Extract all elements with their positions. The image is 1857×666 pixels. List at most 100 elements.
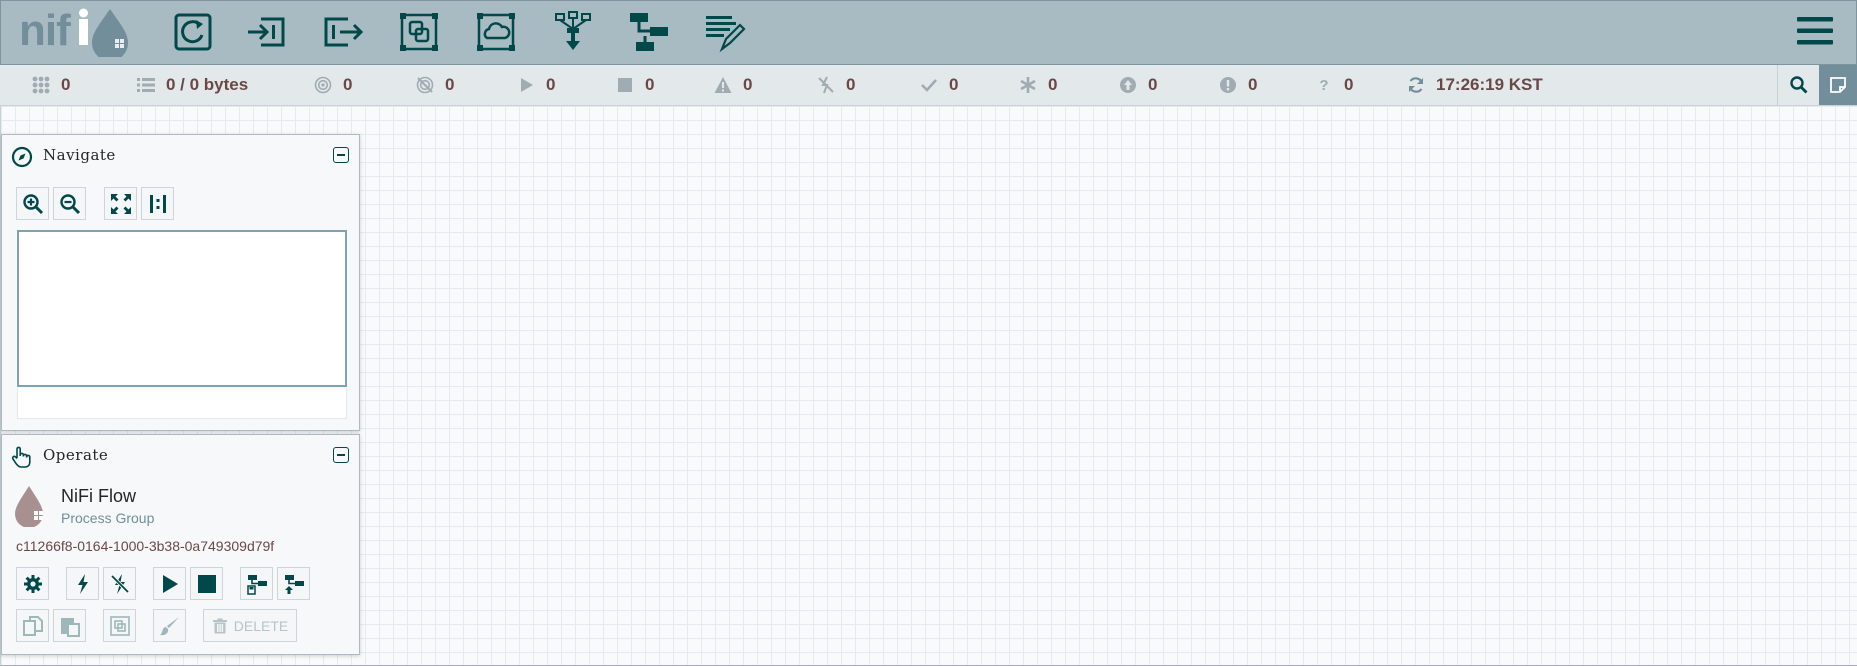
processor-icon [174, 13, 212, 51]
enable-button[interactable] [66, 567, 99, 600]
process-group-tool[interactable] [397, 10, 441, 54]
queued-value: 0 / 0 bytes [166, 75, 249, 94]
template-icon [630, 13, 668, 51]
checkmark-icon [919, 75, 939, 95]
start-button[interactable] [153, 567, 186, 600]
queued-stat: 0 / 0 bytes [136, 75, 248, 95]
not-transmitting-icon [415, 75, 435, 95]
gear-icon [23, 574, 42, 593]
operate-title: Operate [43, 446, 109, 464]
not-transmitting-stat: 0 [415, 75, 454, 95]
bulletin-board-button[interactable] [1819, 65, 1857, 105]
copy-icon [22, 615, 43, 636]
transmitting-value: 0 [343, 75, 353, 94]
stale-value: 0 [1148, 75, 1158, 94]
copy-button[interactable] [16, 609, 49, 642]
template-tool[interactable] [627, 10, 671, 54]
transmitting-stat: 0 [313, 75, 352, 95]
zoom-in-button[interactable] [16, 187, 49, 220]
output-port-tool[interactable] [321, 10, 365, 54]
label-tool[interactable] [703, 10, 747, 54]
asterisk-icon [1018, 75, 1038, 95]
paste-button[interactable] [53, 609, 86, 642]
create-template-icon [246, 574, 267, 595]
stopped-value: 0 [645, 75, 655, 94]
invalid-value: 0 [743, 75, 753, 94]
create-template-button[interactable] [240, 567, 273, 600]
active-threads-icon [31, 75, 51, 95]
locally-modified-stat: 0 [1018, 75, 1057, 95]
processor-tool[interactable] [171, 10, 215, 54]
delete-label: DELETE [233, 617, 289, 634]
process-group-icon [400, 13, 438, 51]
locally-modified-stale-stat: 0 [1218, 75, 1257, 95]
stale-stat: 0 [1118, 75, 1157, 95]
component-type: Process Group [61, 510, 155, 526]
zoom-out-button[interactable] [53, 187, 86, 220]
remote-process-group-tool[interactable] [474, 10, 518, 54]
actual-size-icon [149, 194, 166, 213]
question-icon: ? [1319, 76, 1329, 94]
configure-button[interactable] [16, 567, 49, 600]
disabled-icon [816, 75, 836, 95]
lightning-off-icon [110, 573, 129, 594]
zoom-fit-button[interactable] [104, 187, 137, 220]
hamburger-menu-icon [1797, 17, 1833, 45]
compass-icon [11, 146, 33, 168]
nifi-logo: nif [19, 6, 134, 61]
running-value: 0 [546, 75, 556, 94]
svg-text:nif: nif [19, 7, 71, 55]
up-to-date-stat: 0 [919, 75, 958, 95]
search-button[interactable] [1777, 65, 1819, 105]
lightning-icon [77, 573, 88, 594]
exclamation-circle-icon [1218, 75, 1238, 95]
navigate-collapse-button[interactable] [333, 147, 349, 163]
upload-template-button[interactable] [277, 567, 310, 600]
refresh-stat[interactable]: 17:26:19 KST [1406, 75, 1543, 95]
component-id: c11266f8-0164-1000-3b38-0a749309d79f [16, 538, 275, 554]
zoom-out-icon [59, 193, 80, 214]
refresh-time: 17:26:19 KST [1436, 75, 1543, 94]
locally-modified-value: 0 [1048, 75, 1058, 94]
actual-size-button[interactable] [141, 187, 174, 220]
arrow-circle-up-icon [1118, 75, 1138, 95]
delete-button[interactable]: DELETE [203, 609, 297, 642]
warning-icon [713, 75, 733, 95]
navigate-title: Navigate [43, 146, 116, 164]
fit-screen-icon [110, 193, 131, 214]
global-menu-button[interactable] [1796, 15, 1834, 47]
disabled-stat: 0 [816, 75, 855, 95]
refresh-icon[interactable] [1406, 75, 1426, 95]
up-to-date-value: 0 [949, 75, 959, 94]
group-button[interactable] [103, 609, 136, 642]
group-icon [109, 615, 130, 636]
operate-collapse-button[interactable] [333, 447, 349, 463]
stopped-stat: 0 [615, 75, 654, 95]
disable-button[interactable] [103, 567, 136, 600]
operate-panel: Operate NiFi Flow Process Group c11266f8… [1, 434, 360, 655]
stop-icon [197, 574, 216, 593]
header-toolbar: nif [0, 0, 1857, 65]
running-stat: 0 [516, 75, 555, 95]
output-port-icon [324, 17, 364, 47]
paste-icon [60, 617, 80, 637]
transmitting-icon [313, 75, 333, 95]
input-port-tool[interactable] [244, 10, 288, 54]
color-button[interactable] [153, 609, 186, 642]
stop-icon [615, 75, 635, 95]
disabled-value: 0 [846, 75, 856, 94]
sticky-note-icon [1830, 77, 1846, 93]
birdseye-view[interactable] [17, 230, 347, 387]
trash-icon [212, 618, 228, 634]
invalid-stat: 0 [713, 75, 752, 95]
input-port-icon [248, 17, 285, 47]
zoom-in-icon [22, 193, 43, 214]
birdseye-footer [17, 389, 347, 419]
remote-process-group-icon [477, 13, 515, 51]
stop-button[interactable] [190, 567, 223, 600]
funnel-tool[interactable] [551, 10, 595, 54]
play-icon [516, 75, 536, 95]
paint-brush-icon [159, 616, 179, 635]
label-icon [706, 16, 746, 53]
search-icon [1789, 76, 1807, 94]
